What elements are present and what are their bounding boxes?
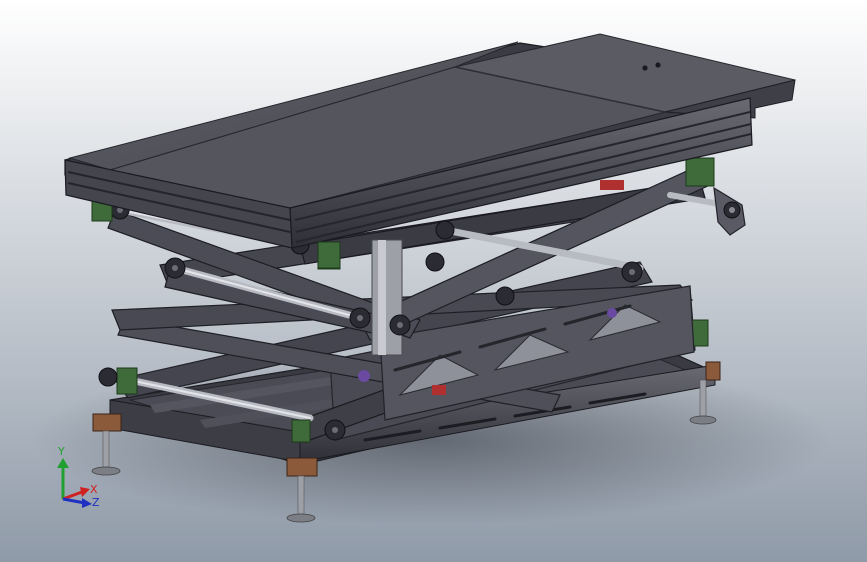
- purple-bearing-lower: [358, 370, 370, 382]
- red-stop-block: [600, 180, 624, 190]
- model-scene[interactable]: Y X Z: [0, 0, 867, 562]
- triad-z-label: Z: [92, 496, 100, 509]
- plate-hole-1: [642, 65, 648, 71]
- red-stop-block-lower: [432, 385, 446, 395]
- purple-bearing-small: [607, 308, 617, 318]
- plate-hole-2: [655, 62, 661, 68]
- triad-y-label: Y: [57, 445, 65, 458]
- triad-x-label: X: [90, 483, 98, 496]
- cad-3d-viewport[interactable]: Y X Z: [0, 0, 867, 562]
